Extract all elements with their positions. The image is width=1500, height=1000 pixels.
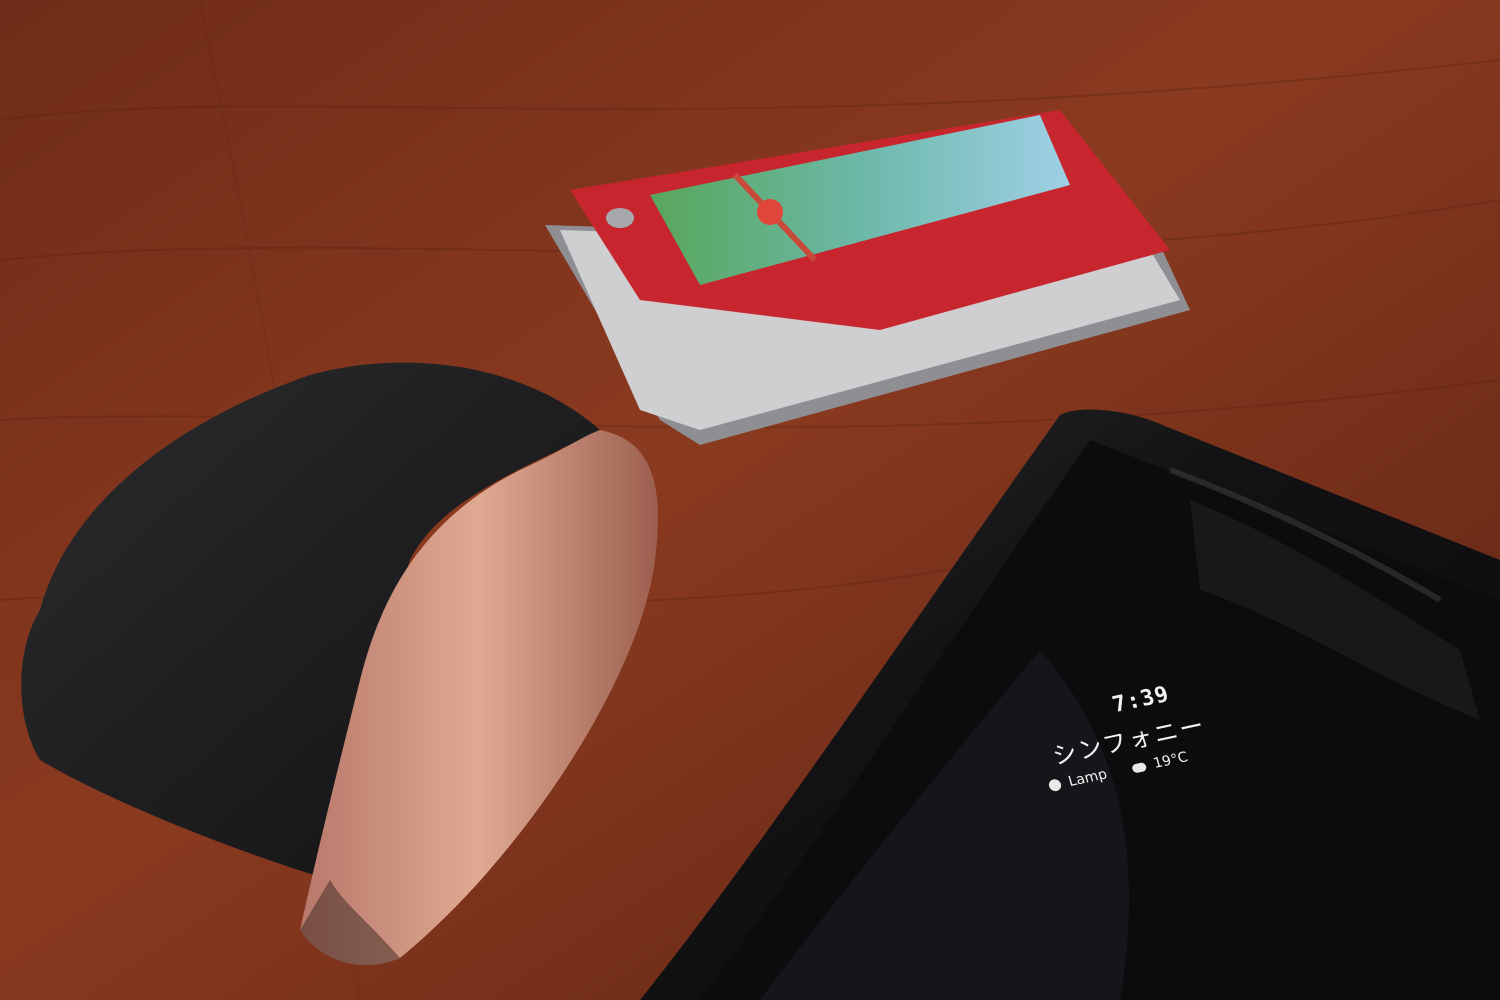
temperature-label: 19°C: [1151, 749, 1190, 772]
photo-scene: 7:39 シンフォニー Lamp19°C: [0, 0, 1500, 1000]
music-app-label: Lamp: [1066, 766, 1109, 790]
wallet-screw: [606, 208, 634, 228]
photo-illustration: [0, 0, 1500, 1000]
weather-cloud-icon: [1130, 761, 1148, 774]
music-app-icon: [1047, 778, 1063, 793]
